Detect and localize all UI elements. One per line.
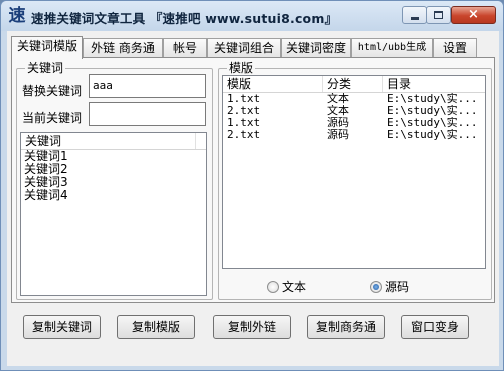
table-row[interactable]: 2.txt 文本 E:\study\实... xyxy=(223,105,485,117)
template-category: 源码 xyxy=(327,117,349,129)
tab-keyword-template[interactable]: 关键词模版 xyxy=(11,36,83,59)
keyword-list[interactable]: 关键词 关键词1 关键词2 关键词3 关键词4 xyxy=(20,132,207,296)
list-item[interactable]: 关键词4 xyxy=(21,189,206,202)
current-keyword-input[interactable] xyxy=(89,102,206,126)
replace-keyword-input[interactable]: aaa xyxy=(89,74,206,98)
keyword-group-legend: 关键词 xyxy=(25,61,66,75)
template-group-legend: 模版 xyxy=(227,61,256,75)
template-category: 文本 xyxy=(327,105,349,117)
template-list[interactable]: 模版 分类 目录 1.txt 文本 E:\study\实... 2.txt 文本… xyxy=(222,75,486,269)
keyword-list-header: 关键词 xyxy=(21,133,206,150)
tab-html-ubb[interactable]: html/ubb生成 xyxy=(351,38,433,58)
title-bar[interactable]: 速 速推关键词文章工具 『速推吧 www.sutui8.com』 × xyxy=(1,1,503,31)
tab-account[interactable]: 帐号 xyxy=(163,38,207,58)
close-button[interactable]: × xyxy=(451,6,496,24)
copy-external-link-button[interactable]: 复制外链 xyxy=(213,315,291,339)
tab-strip: 关键词模版 外链 商务通 帐号 关键词组合 关键词密度 html/ubb生成 设… xyxy=(11,36,495,59)
radio-text[interactable]: 文本 xyxy=(267,278,306,295)
category-column-header[interactable]: 分类 xyxy=(323,76,383,92)
window-transform-button[interactable]: 窗口变身 xyxy=(401,315,469,339)
keyword-group: 关键词 替换关键词 aaa 当前关键词 关键词 关键词1 关键词2 关键词3 关… xyxy=(16,61,213,300)
table-row[interactable]: 1.txt 源码 E:\study\实... xyxy=(223,117,485,129)
template-directory: E:\study\实... xyxy=(387,93,478,105)
minimize-icon xyxy=(410,16,419,20)
copy-keywords-button[interactable]: 复制关键词 xyxy=(23,315,101,339)
table-row[interactable]: 1.txt 文本 E:\study\实... xyxy=(223,93,485,105)
copy-business-button[interactable]: 复制商务通 xyxy=(307,315,385,339)
maximize-button[interactable] xyxy=(426,6,451,24)
template-list-header: 模版 分类 目录 xyxy=(223,76,485,93)
current-keyword-label: 当前关键词 xyxy=(22,111,83,125)
template-file: 1.txt xyxy=(227,117,261,129)
tab-external-business[interactable]: 外链 商务通 xyxy=(83,38,163,58)
template-category: 文本 xyxy=(327,93,349,105)
template-file: 2.txt xyxy=(227,129,261,141)
minimize-button[interactable] xyxy=(402,6,427,24)
table-row[interactable]: 2.txt 源码 E:\study\实... xyxy=(223,129,485,141)
template-column-header[interactable]: 模版 xyxy=(223,76,323,92)
client-area: 关键词模版 外链 商务通 帐号 关键词组合 关键词密度 html/ubb生成 设… xyxy=(7,31,499,366)
close-icon: × xyxy=(468,7,479,22)
template-directory: E:\study\实... xyxy=(387,129,478,141)
radio-text-indicator[interactable] xyxy=(267,280,279,293)
window-title: 速推关键词文章工具 『速推吧 www.sutui8.com』 xyxy=(31,11,338,26)
template-file: 2.txt xyxy=(227,105,261,117)
template-group: 模版 模版 分类 目录 1.txt 文本 E:\study\实... 2.txt xyxy=(218,61,492,300)
template-file: 1.txt xyxy=(227,93,261,105)
keyword-column-header[interactable]: 关键词 xyxy=(21,133,196,149)
template-directory: E:\study\实... xyxy=(387,105,478,117)
radio-source-label: 源码 xyxy=(385,280,410,294)
directory-column-header[interactable]: 目录 xyxy=(383,76,483,92)
main-window: 速 速推关键词文章工具 『速推吧 www.sutui8.com』 × 关键词模版… xyxy=(0,0,504,371)
replace-keyword-label: 替换关键词 xyxy=(22,84,83,98)
tab-settings[interactable]: 设置 xyxy=(433,38,477,58)
radio-source[interactable]: 源码 xyxy=(370,278,409,295)
radio-source-indicator[interactable] xyxy=(370,280,382,293)
template-category: 源码 xyxy=(327,129,349,141)
radio-text-label: 文本 xyxy=(282,280,307,294)
tab-page-keyword-template: 关键词 替换关键词 aaa 当前关键词 关键词 关键词1 关键词2 关键词3 关… xyxy=(11,57,495,303)
template-directory: E:\study\实... xyxy=(387,117,478,129)
tab-keyword-density[interactable]: 关键词密度 xyxy=(281,38,351,58)
tab-keyword-combo[interactable]: 关键词组合 xyxy=(207,38,281,58)
app-icon: 速 xyxy=(8,6,26,26)
maximize-icon xyxy=(434,11,443,19)
copy-template-button[interactable]: 复制模版 xyxy=(117,315,195,339)
